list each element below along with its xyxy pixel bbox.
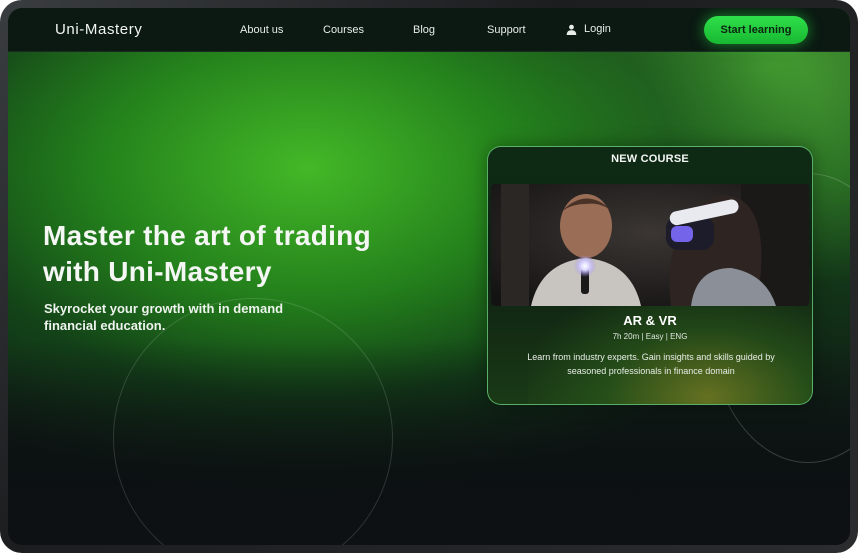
hero-subtitle: Skyrocket your growth with in demand fin… bbox=[44, 301, 284, 333]
top-navbar: Uni-Mastery About us Courses Blog Suppor… bbox=[8, 8, 850, 52]
browser-screen: Uni-Mastery About us Courses Blog Suppor… bbox=[8, 8, 850, 545]
hero-title-brand: Uni-Mastery bbox=[108, 256, 272, 287]
nav-link-support[interactable]: Support bbox=[487, 24, 526, 36]
new-course-badge: NEW COURSE bbox=[611, 153, 689, 165]
course-image bbox=[491, 184, 809, 306]
start-learning-button[interactable]: Start learning bbox=[704, 16, 808, 44]
login-label: Login bbox=[584, 23, 611, 35]
nav-link-about-us[interactable]: About us bbox=[240, 24, 283, 36]
site-logo[interactable]: Uni-Mastery bbox=[55, 21, 142, 38]
hero-title-prefix: with bbox=[43, 256, 101, 287]
course-card[interactable]: NEW COURSE AR & VR 7h 20m | Easy | ENG L… bbox=[487, 146, 813, 405]
nav-link-blog[interactable]: Blog bbox=[413, 24, 435, 36]
user-icon bbox=[566, 24, 577, 35]
decorative-ring bbox=[113, 298, 393, 545]
login-link[interactable]: Login bbox=[566, 23, 611, 35]
course-title: AR & VR bbox=[623, 313, 677, 328]
hero-title: Master the art of trading with Uni-Master… bbox=[43, 218, 371, 290]
course-description: Learn from industry experts. Gain insigh… bbox=[527, 352, 775, 376]
nav-link-courses[interactable]: Courses bbox=[323, 24, 364, 36]
hero-title-line1: Master the art of trading bbox=[43, 220, 371, 251]
course-meta: 7h 20m | Easy | ENG bbox=[612, 332, 688, 341]
vr-photo-illustration bbox=[491, 184, 809, 306]
device-frame: Uni-Mastery About us Courses Blog Suppor… bbox=[0, 0, 858, 553]
